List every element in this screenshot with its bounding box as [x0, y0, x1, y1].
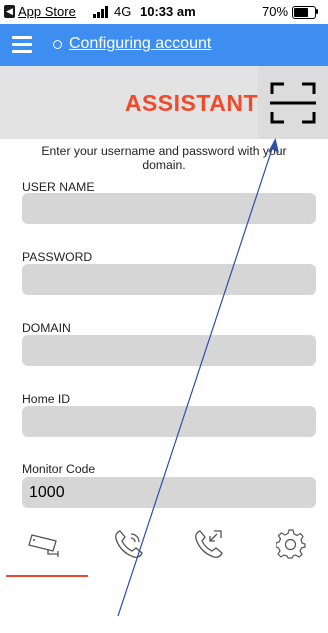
domain-label: DOMAIN [22, 321, 71, 335]
battery-icon [292, 6, 316, 19]
password-label: PASSWORD [22, 250, 93, 264]
hamburger-menu-icon[interactable] [12, 36, 32, 53]
security-camera-icon [28, 534, 59, 557]
call-history-icon [195, 530, 223, 558]
battery-level [294, 8, 308, 17]
bottom-tab-bar [0, 513, 328, 577]
domain-field[interactable] [22, 335, 316, 366]
clock: 10:33 am [140, 4, 196, 19]
signal-icon [93, 6, 109, 18]
qr-scan-icon [270, 82, 316, 124]
qr-scan-button[interactable] [258, 66, 328, 139]
network-type: 4G [114, 4, 132, 19]
tab-camera[interactable] [6, 513, 88, 577]
banner-title: ASSISTANT [124, 90, 258, 116]
monitor-code-field[interactable] [22, 477, 316, 508]
battery-tip [316, 9, 318, 14]
instructions-text: Enter your username and password with yo… [41, 144, 287, 172]
back-arrow-icon[interactable]: ◀ [4, 5, 15, 18]
username-field[interactable] [22, 193, 316, 224]
tab-settings[interactable] [252, 513, 328, 577]
selected-tab-indicator [6, 575, 88, 577]
tab-call-history[interactable] [170, 513, 252, 577]
battery-percent: 70% [262, 4, 289, 19]
password-field[interactable] [22, 264, 316, 295]
settings-gear-icon [276, 529, 306, 559]
status-bar: ◀ App Store 4G 10:33 am 70% [0, 0, 328, 24]
monitor-code-label: Monitor Code [22, 462, 96, 476]
account-status-link[interactable]: Configuring account [69, 35, 211, 53]
tab-call[interactable] [88, 513, 170, 577]
home-id-field[interactable] [22, 406, 316, 437]
status-ring-icon [53, 40, 62, 49]
phone-call-icon [115, 530, 143, 558]
app-header: Configuring account [0, 24, 328, 66]
home-id-label: Home ID [22, 392, 71, 406]
username-label: USER NAME [22, 180, 95, 194]
back-to-app-link[interactable]: App Store [18, 4, 76, 19]
